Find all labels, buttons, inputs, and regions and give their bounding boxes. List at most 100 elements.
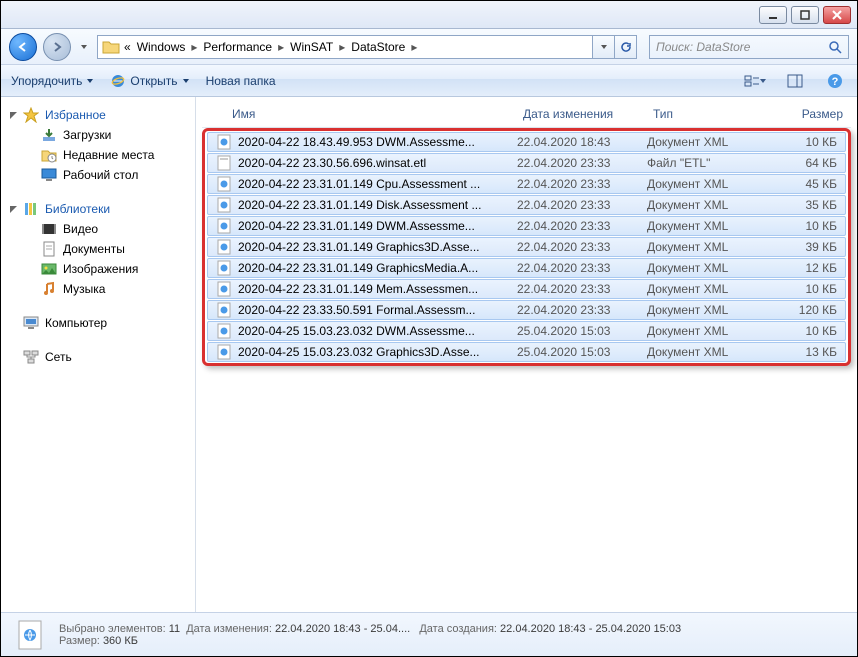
libraries-icon [23, 201, 39, 217]
back-button[interactable] [9, 33, 37, 61]
network-icon [23, 349, 39, 365]
chevron-right-icon[interactable]: ▸ [409, 40, 419, 54]
sidebar-item-desktop[interactable]: Рабочий стол [1, 165, 195, 185]
organize-menu[interactable]: Упорядочить [11, 74, 94, 88]
new-folder-button[interactable]: Новая папка [206, 74, 276, 88]
column-type[interactable]: Тип [653, 107, 773, 121]
file-name: 2020-04-22 23.31.01.149 Cpu.Assessment .… [238, 177, 517, 191]
sidebar-item-recent[interactable]: Недавние места [1, 145, 195, 165]
file-row[interactable]: 2020-04-22 23.30.56.696.winsat.etl22.04.… [207, 153, 846, 173]
file-row[interactable]: 2020-04-22 23.33.50.591 Formal.Assessm..… [207, 300, 846, 320]
help-button[interactable]: ? [823, 71, 847, 91]
file-row[interactable]: 2020-04-22 23.31.01.149 Mem.Assessmen...… [207, 279, 846, 299]
view-options-button[interactable] [743, 71, 767, 91]
command-bar: Упорядочить Открыть Новая папка ? [1, 65, 857, 97]
file-row[interactable]: 2020-04-25 15.03.23.032 Graphics3D.Asse.… [207, 342, 846, 362]
search-input[interactable]: Поиск: DataStore [649, 35, 849, 59]
column-date[interactable]: Дата изменения [523, 107, 653, 121]
sidebar-item-network[interactable]: Сеть [1, 347, 195, 367]
crumb-datastore[interactable]: DataStore [349, 40, 407, 54]
chevron-right-icon[interactable]: ▸ [337, 40, 347, 54]
details-pane: Выбрано элементов: 11 Дата изменения: 22… [1, 612, 857, 656]
file-name: 2020-04-22 23.31.01.149 Graphics3D.Asse.… [238, 240, 517, 254]
file-type: Файл "ETL" [647, 156, 767, 170]
file-date: 22.04.2020 23:33 [517, 156, 647, 170]
file-name: 2020-04-25 15.03.23.032 Graphics3D.Asse.… [238, 345, 517, 359]
chevron-right-icon[interactable]: ▸ [189, 40, 199, 54]
file-row[interactable]: 2020-04-22 23.31.01.149 GraphicsMedia.A.… [207, 258, 846, 278]
address-dropdown[interactable] [593, 35, 615, 59]
file-type: Документ XML [647, 177, 767, 191]
address-bar[interactable]: « Windows ▸ Performance ▸ WinSAT ▸ DataS… [97, 35, 593, 59]
file-row[interactable]: 2020-04-22 23.31.01.149 Graphics3D.Asse.… [207, 237, 846, 257]
column-name[interactable]: Имя [232, 107, 523, 121]
sidebar-item-pictures[interactable]: Изображения [1, 259, 195, 279]
file-row[interactable]: 2020-04-22 23.31.01.149 Disk.Assessment … [207, 195, 846, 215]
crumb-windows[interactable]: Windows [135, 40, 188, 54]
music-icon [41, 281, 57, 297]
crumb-performance[interactable]: Performance [201, 40, 274, 54]
maximize-button[interactable] [791, 6, 819, 24]
sidebar-item-video[interactable]: Видео [1, 219, 195, 239]
file-date: 22.04.2020 23:33 [517, 282, 647, 296]
file-list-highlight: 2020-04-22 18.43.49.953 DWM.Assessme...2… [202, 128, 851, 366]
file-type: Документ XML [647, 282, 767, 296]
file-name: 2020-04-22 23.31.01.149 GraphicsMedia.A.… [238, 261, 517, 275]
sidebar-item-music[interactable]: Музыка [1, 279, 195, 299]
file-date: 22.04.2020 23:33 [517, 303, 647, 317]
sidebar-item-documents[interactable]: Документы [1, 239, 195, 259]
refresh-button[interactable] [615, 35, 637, 59]
file-type: Документ XML [647, 240, 767, 254]
file-size: 10 КБ [767, 135, 837, 149]
file-type: Документ XML [647, 345, 767, 359]
explorer-body: Избранное Загрузки Недавние места Рабочи… [1, 97, 857, 612]
file-date: 22.04.2020 18:43 [517, 135, 647, 149]
minimize-button[interactable] [759, 6, 787, 24]
file-size: 64 КБ [767, 156, 837, 170]
close-button[interactable] [823, 6, 851, 24]
star-icon [23, 107, 39, 123]
chevron-right-icon[interactable]: ▸ [276, 40, 286, 54]
crumb-winsat[interactable]: WinSAT [288, 40, 335, 54]
video-icon [41, 221, 57, 237]
status-date-value: 22.04.2020 18:43 - 25.04.... [275, 623, 410, 635]
file-type: Документ XML [647, 135, 767, 149]
explorer-window: { "breadcrumbs": { "lead": "«", "items":… [0, 0, 858, 657]
status-size-value: 360 КБ [103, 635, 138, 647]
recent-icon [41, 147, 57, 163]
preview-pane-button[interactable] [783, 71, 807, 91]
file-row[interactable]: 2020-04-22 23.31.01.149 DWM.Assessme...2… [207, 216, 846, 236]
sidebar-favorites-header[interactable]: Избранное [1, 105, 195, 125]
file-name: 2020-04-22 23.31.01.149 DWM.Assessme... [238, 219, 517, 233]
file-type: Документ XML [647, 303, 767, 317]
status-selected-label: Выбрано элементов: [59, 623, 166, 635]
nav-history-dropdown[interactable] [77, 43, 91, 51]
ie-icon [110, 73, 126, 89]
svg-text:?: ? [832, 76, 839, 88]
file-size: 120 КБ [767, 303, 837, 317]
file-date: 22.04.2020 23:33 [517, 240, 647, 254]
file-row[interactable]: 2020-04-22 18.43.49.953 DWM.Assessme...2… [207, 132, 846, 152]
search-placeholder: Поиск: DataStore [656, 40, 750, 54]
file-date: 22.04.2020 23:33 [517, 261, 647, 275]
sidebar-item-computer[interactable]: Компьютер [1, 313, 195, 333]
file-type: Документ XML [647, 261, 767, 275]
file-type: Документ XML [647, 219, 767, 233]
xml-file-icon [13, 618, 47, 652]
file-date: 22.04.2020 23:33 [517, 219, 647, 233]
file-row[interactable]: 2020-04-25 15.03.23.032 DWM.Assessme...2… [207, 321, 846, 341]
breadcrumb-lead: « [122, 40, 133, 54]
navigation-pane: Избранное Загрузки Недавние места Рабочи… [1, 97, 196, 612]
file-size: 35 КБ [767, 198, 837, 212]
file-size: 45 КБ [767, 177, 837, 191]
file-type: Документ XML [647, 324, 767, 338]
status-created-label: Дата создания: [419, 623, 497, 635]
sidebar-libraries-header[interactable]: Библиотеки [1, 199, 195, 219]
open-button[interactable]: Открыть [110, 73, 189, 89]
file-row[interactable]: 2020-04-22 23.31.01.149 Cpu.Assessment .… [207, 174, 846, 194]
forward-button[interactable] [43, 33, 71, 61]
sidebar-item-downloads[interactable]: Загрузки [1, 125, 195, 145]
file-size: 10 КБ [767, 219, 837, 233]
column-size[interactable]: Размер [773, 107, 843, 121]
computer-icon [23, 315, 39, 331]
